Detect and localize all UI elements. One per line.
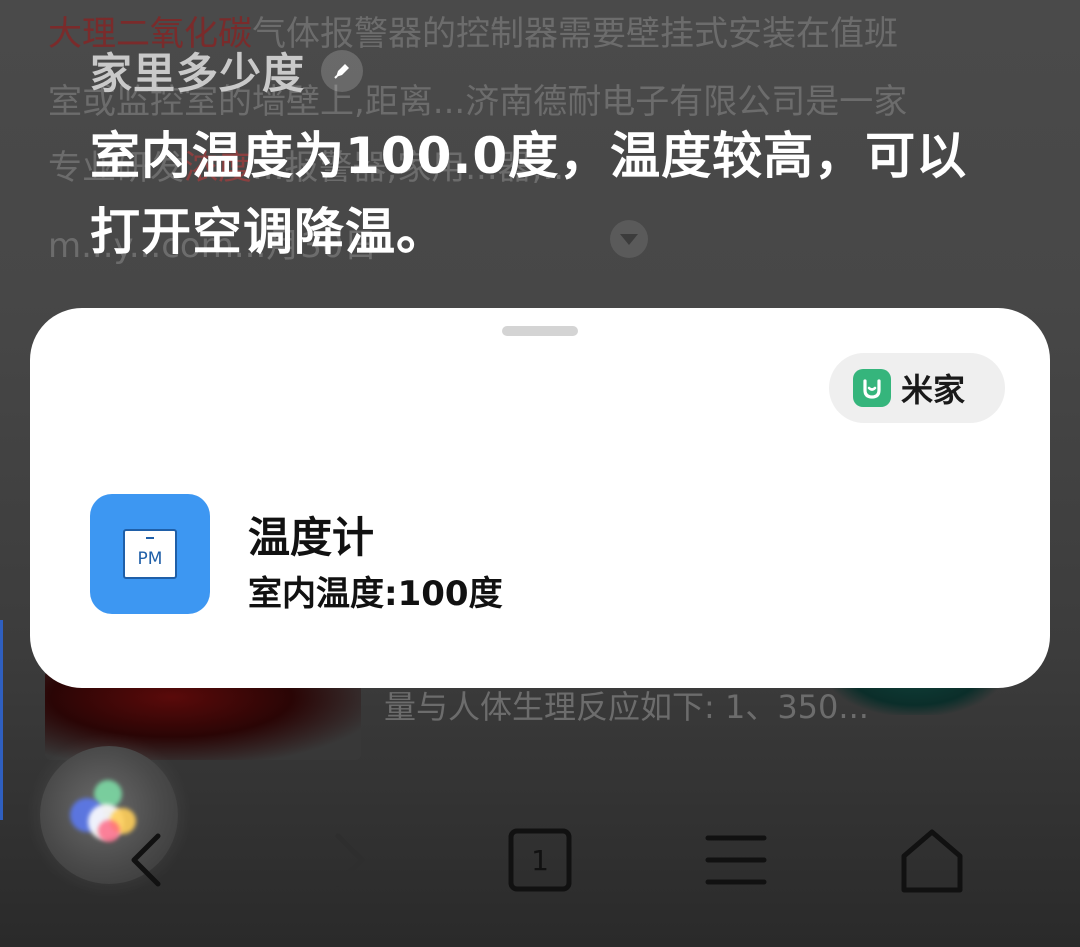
mijia-logo-icon (853, 369, 891, 407)
back-button[interactable] (118, 826, 178, 898)
home-button[interactable] (896, 826, 968, 900)
chevron-left-icon (131, 833, 161, 887)
screen: 大理二氧化碳气体报警器的控制器需要壁挂式安装在值班 室或监控室的墙壁上,距离..… (0, 0, 1080, 947)
device-status: 室内温度:100度 (248, 574, 503, 614)
assistant-answer: 室内温度为100.0度，温度较高，可以打开空调降温。 (90, 127, 968, 261)
hamburger-menu-icon (705, 835, 767, 885)
source-app-chip[interactable]: 米家 (829, 353, 1005, 423)
drag-handle[interactable] (502, 326, 578, 336)
home-icon (901, 829, 963, 893)
orb-glow (98, 820, 120, 842)
background-text-line: 量与人体生理反应如下: 1、350... (384, 688, 869, 726)
tabs-button[interactable]: 1 (506, 826, 574, 898)
result-card[interactable]: 米家 PM 温度计 室内温度:100度 (30, 308, 1050, 688)
menu-button[interactable] (704, 826, 768, 898)
pm-sensor-icon[interactable]: PM (90, 494, 210, 614)
query-row: 家里多少度 (90, 40, 364, 101)
device-name: 温度计 (248, 513, 375, 562)
forward-button[interactable] (322, 826, 382, 898)
voice-query-text: 家里多少度 (90, 49, 306, 98)
chevron-right-icon (335, 833, 365, 887)
edge-indicator (0, 620, 3, 820)
pencil-icon[interactable] (321, 49, 364, 92)
tab-count: 1 (531, 843, 549, 877)
device-icon-text: PM (138, 549, 163, 569)
source-app-label: 米家 (901, 371, 966, 409)
